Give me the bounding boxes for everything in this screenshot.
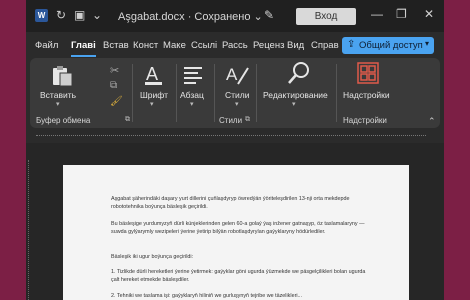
paragraph-button[interactable]: Абзац xyxy=(180,90,204,100)
share-button[interactable]: ⇪ Общий доступ ▾ xyxy=(342,37,434,54)
doc-paragraph[interactable]: Bäsleşik iki ugur boýunça geçirildi: xyxy=(111,253,371,261)
styles-launcher-icon[interactable]: ⧉ xyxy=(245,116,250,124)
save-icon[interactable]: ▣ xyxy=(74,8,85,22)
active-tab-indicator xyxy=(71,55,96,57)
group-divider xyxy=(336,64,337,122)
addins-button[interactable]: Надстройки xyxy=(343,90,390,100)
tab-layout[interactable]: Маке xyxy=(163,40,186,51)
group-divider xyxy=(214,64,215,122)
tab-review[interactable]: Реценз xyxy=(253,40,284,51)
doc-paragraph[interactable]: Aşgabat şäherindäki daşary yurt dillerin… xyxy=(111,195,371,211)
group-divider xyxy=(176,64,177,122)
paste-button[interactable]: Вставить xyxy=(40,90,76,100)
document-page[interactable]: Aşgabat şäherindäki daşary yurt dillerin… xyxy=(63,165,409,300)
pen-icon[interactable]: ✎ xyxy=(264,8,274,22)
clipboard-launcher-icon[interactable]: ⧉ xyxy=(125,116,130,124)
addins-icon[interactable] xyxy=(357,62,379,84)
restore-icon[interactable]: ❐ xyxy=(396,7,407,21)
close-icon[interactable]: ✕ xyxy=(424,7,434,21)
group-divider xyxy=(256,64,257,122)
title-bar: W ↻ ▣ ⌄ Aşgabat.docx · Сохранено ⌄ ✎ Вхо… xyxy=(26,0,444,32)
font-button[interactable]: Шрифт xyxy=(140,90,168,100)
styles-icon[interactable]: A xyxy=(224,62,250,88)
svg-text:A: A xyxy=(226,65,238,84)
ribbon: Вставить ▾ ✂ ⧉ 🖌 Буфер обмена ⧉ A Шрифт … xyxy=(30,58,440,128)
styles-dropdown-icon[interactable]: ▾ xyxy=(235,100,239,108)
paragraph-dropdown-icon[interactable]: ▾ xyxy=(190,100,194,108)
editing-dropdown-icon[interactable]: ▾ xyxy=(292,100,296,108)
collapse-ribbon-icon[interactable]: ⌃ xyxy=(428,116,436,127)
tab-references[interactable]: Ссылі xyxy=(191,40,217,51)
chevron-down-icon: ▾ xyxy=(425,39,430,48)
paste-icon[interactable] xyxy=(50,64,74,88)
styles-button[interactable]: Стили xyxy=(225,90,250,100)
tab-design[interactable]: Конст xyxy=(133,40,158,51)
clipboard-group-label: Буфер обмена xyxy=(36,116,91,125)
group-divider xyxy=(132,64,133,122)
tab-help[interactable]: Справ xyxy=(311,40,339,51)
doc-paragraph[interactable]: 2. Tehniki we taslama işi: gaýyklaryň hi… xyxy=(111,292,371,300)
ruler-ticks xyxy=(36,135,426,138)
minimize-icon[interactable]: — xyxy=(371,7,383,21)
cut-icon[interactable]: ✂ xyxy=(110,64,119,77)
share-label: Общий доступ xyxy=(359,40,423,51)
document-title[interactable]: Aşgabat.docx · Сохранено ⌄ xyxy=(118,10,263,23)
paragraph-icon[interactable] xyxy=(182,64,204,86)
tab-view[interactable]: Вид xyxy=(287,40,304,51)
login-button[interactable]: Вход xyxy=(296,8,356,25)
search-icon[interactable] xyxy=(286,60,312,86)
font-dropdown-icon[interactable]: ▾ xyxy=(150,100,154,108)
paste-dropdown-icon[interactable]: ▾ xyxy=(56,100,60,108)
autosave-icon[interactable]: ↻ xyxy=(56,8,66,22)
share-icon: ⇪ xyxy=(347,39,356,50)
editing-button[interactable]: Редактирование xyxy=(263,90,328,100)
word-window: W ↻ ▣ ⌄ Aşgabat.docx · Сохранено ⌄ ✎ Вхо… xyxy=(26,0,444,300)
tab-mailings[interactable]: Рассь xyxy=(222,40,248,51)
styles-group-label: Стили xyxy=(219,116,243,125)
tab-file[interactable]: Файл xyxy=(35,40,58,51)
vertical-ruler[interactable] xyxy=(28,160,34,300)
doc-paragraph[interactable]: Bu bäsleşige yurdumyzyň dürli künjekleri… xyxy=(111,220,371,236)
word-logo-icon: W xyxy=(35,9,48,22)
format-painter-icon[interactable]: 🖌 xyxy=(110,96,123,107)
tab-home[interactable]: Главі xyxy=(71,40,96,51)
font-icon[interactable]: A xyxy=(142,62,166,86)
copy-icon[interactable]: ⧉ xyxy=(110,80,117,91)
tab-insert[interactable]: Встав xyxy=(103,40,129,51)
customize-toolbar-icon[interactable]: ⌄ xyxy=(92,8,102,22)
horizontal-ruler[interactable] xyxy=(26,130,444,143)
svg-text:A: A xyxy=(146,64,158,84)
doc-paragraph[interactable]: 1. Tizlikde dürli hereketleri ýerine ýet… xyxy=(111,268,371,284)
addins-group-label: Надстройки xyxy=(343,116,387,125)
